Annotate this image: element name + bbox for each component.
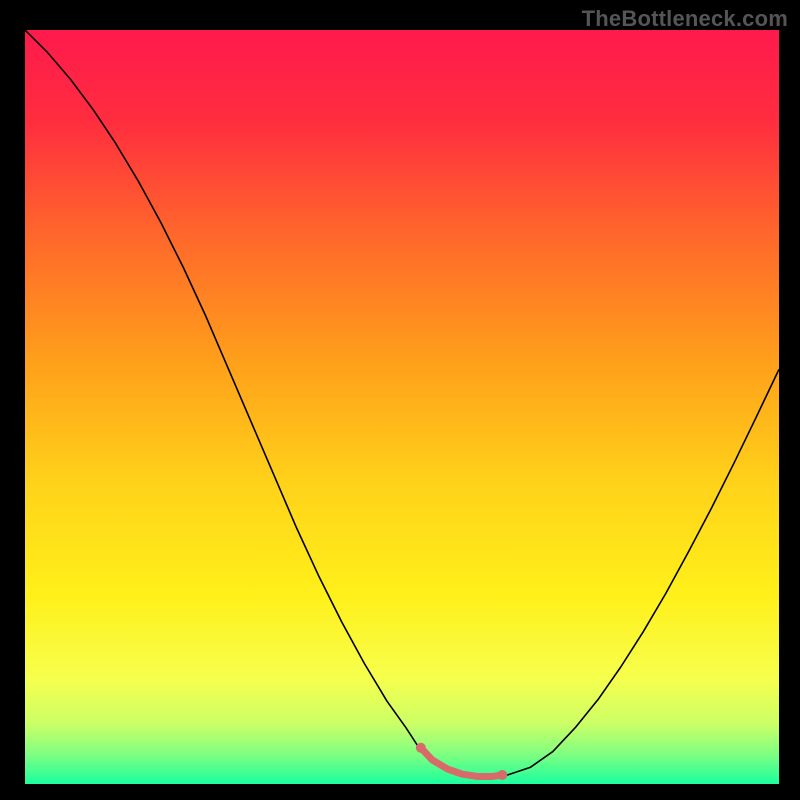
series-endpoint-marker <box>497 770 507 780</box>
gradient-background <box>25 30 779 784</box>
chart-container: TheBottleneck.com <box>0 0 800 800</box>
series-endpoint-marker <box>416 743 426 753</box>
bottleneck-curve-plot <box>25 30 779 784</box>
watermark-text: TheBottleneck.com <box>582 6 788 32</box>
